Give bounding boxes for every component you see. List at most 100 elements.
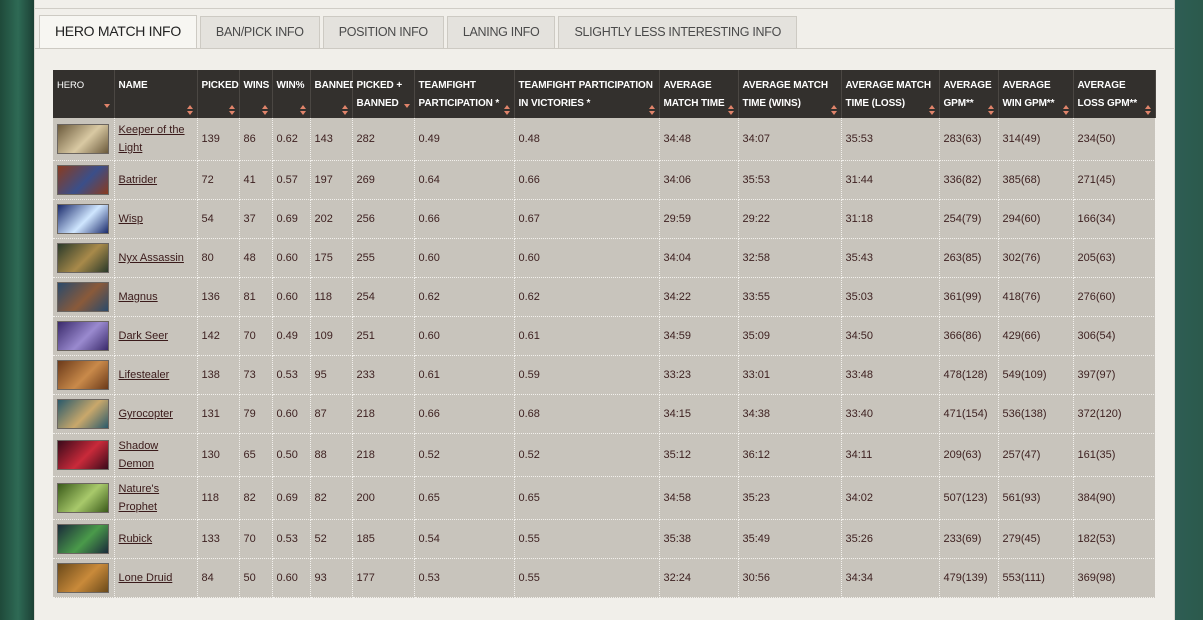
cell-avg-loss-gpm: 276(60) (1073, 277, 1156, 317)
hero-portrait-icon[interactable] (57, 243, 109, 273)
hero-portrait-icon[interactable] (57, 483, 109, 513)
hero-portrait-icon[interactable] (57, 321, 109, 351)
sort-desc-icon[interactable] (103, 104, 111, 115)
cell-avg-match-time-wins: 35:53 (738, 160, 842, 200)
cell-teamfight-victories: 0.55 (514, 519, 660, 559)
cell-picked: 84 (197, 558, 240, 598)
hero-name-link[interactable]: Lifestealer (119, 369, 170, 381)
table-row: Lifestealer 138 73 0.53 95 233 0.61 0.59 33:23 33… (53, 355, 1156, 395)
hero-name-link[interactable]: Magnus (119, 291, 158, 303)
cell-banned: 202 (310, 199, 353, 239)
cell-teamfight-victories: 0.60 (514, 238, 660, 278)
cell-banned: 93 (310, 558, 353, 598)
hero-name-link[interactable]: Shadow Demon (119, 440, 159, 470)
hero-portrait-icon[interactable] (57, 165, 109, 195)
cell-avg-match-time-wins: 35:09 (738, 316, 842, 356)
hero-name-link[interactable]: Lone Druid (119, 572, 173, 584)
col-header-avg-loss-gpm[interactable]: AVERAGE LOSS GPM** (1073, 70, 1156, 118)
col-header-teamfight-victories[interactable]: TEAMFIGHT PARTICIPATION IN VICTORIES * (514, 70, 660, 118)
hero-portrait-cell (53, 199, 115, 239)
sort-icon[interactable] (1062, 105, 1070, 116)
hero-name-link[interactable]: Keeper of the Light (119, 124, 185, 154)
hero-portrait-cell (53, 160, 115, 200)
cell-avg-loss-gpm: 369(98) (1073, 558, 1156, 598)
hero-portrait-cell (53, 558, 115, 598)
cell-avg-win-gpm: 302(76) (998, 238, 1074, 278)
sort-icon[interactable] (228, 105, 236, 116)
col-header-name[interactable]: NAME (114, 70, 198, 118)
cell-wins: 65 (239, 433, 273, 477)
hero-name-link[interactable]: Batrider (119, 174, 158, 186)
sort-icon[interactable] (341, 105, 349, 116)
col-header-avg-win-gpm[interactable]: AVERAGE WIN GPM** (998, 70, 1074, 118)
table-row: Keeper of the Light 139 86 0.62 143 282 0.49 0.… (53, 118, 1156, 161)
cell-avg-loss-gpm: 397(97) (1073, 355, 1156, 395)
col-header-banned[interactable]: BANNED (310, 70, 357, 118)
hero-name-cell: Magnus (114, 277, 198, 317)
sort-icon[interactable] (727, 105, 735, 116)
cell-avg-match-time-loss: 35:43 (841, 238, 940, 278)
hero-name-link[interactable]: Rubick (119, 533, 153, 545)
col-header-avg-match-time-loss[interactable]: AVERAGE MATCH TIME (LOSS) (841, 70, 940, 118)
col-header-avg-gpm[interactable]: AVERAGE GPM** (939, 70, 999, 118)
col-header-avg-match-time[interactable]: AVERAGE MATCH TIME (659, 70, 739, 118)
cell-picked-banned: 185 (352, 519, 415, 559)
table-row: Nature's Prophet 118 82 0.69 82 200 0.65 0.65 34… (53, 476, 1156, 520)
sort-icon[interactable] (186, 105, 194, 116)
cell-banned: 52 (310, 519, 353, 559)
sort-icon[interactable] (928, 105, 936, 116)
cell-avg-win-gpm: 279(45) (998, 519, 1074, 559)
col-header-wins[interactable]: WINS (239, 70, 273, 118)
tab-slightly-less-interesting-info[interactable]: SLIGHTLY LESS INTERESTING INFO (558, 16, 797, 48)
cell-teamfight: 0.60 (414, 316, 515, 356)
cell-avg-gpm: 471(154) (939, 394, 999, 434)
col-header-teamfight[interactable]: TEAMFIGHT PARTICIPATION * (414, 70, 515, 118)
hero-portrait-icon[interactable] (57, 360, 109, 390)
cell-avg-gpm: 263(85) (939, 238, 999, 278)
hero-name-link[interactable]: Nyx Assassin (119, 252, 184, 264)
hero-name-link[interactable]: Dark Seer (119, 330, 169, 342)
cell-avg-loss-gpm: 306(54) (1073, 316, 1156, 356)
col-header-hero[interactable]: HERO (53, 70, 115, 118)
hero-portrait-icon[interactable] (57, 204, 109, 234)
cell-picked-banned: 218 (352, 433, 415, 477)
col-header-winpct[interactable]: WIN% (272, 70, 311, 118)
cell-win-pct: 0.60 (272, 238, 311, 278)
sort-icon[interactable] (1144, 105, 1152, 116)
cell-avg-win-gpm: 314(49) (998, 118, 1074, 161)
tab-laning-info[interactable]: LANING INFO (446, 16, 556, 48)
cell-avg-match-time: 34:58 (659, 476, 739, 520)
cell-teamfight-victories: 0.65 (514, 476, 660, 520)
hero-portrait-icon[interactable] (57, 124, 109, 154)
sort-icon[interactable] (987, 105, 995, 116)
sort-icon[interactable] (503, 105, 511, 116)
col-header-avg-match-time-wins[interactable]: AVERAGE MATCH TIME (WINS) (738, 70, 842, 118)
hero-portrait-icon[interactable] (57, 524, 109, 554)
tab-ban-pick-info[interactable]: BAN/PICK INFO (199, 16, 320, 48)
hero-name-link[interactable]: Nature's Prophet (119, 483, 160, 513)
sort-icon[interactable] (299, 105, 307, 116)
hero-name-cell: Nyx Assassin (114, 238, 198, 278)
hero-portrait-icon[interactable] (57, 399, 109, 429)
hero-portrait-cell (53, 519, 115, 559)
cell-avg-match-time: 34:59 (659, 316, 739, 356)
hero-stats-table: HERO NAME PICKED WINS WIN% BANNED PICKED… (53, 70, 1156, 598)
sort-icon[interactable] (648, 105, 656, 116)
tab-position-info[interactable]: POSITION INFO (322, 16, 444, 48)
hero-portrait-icon[interactable] (57, 282, 109, 312)
header-label: AVERAGE WIN GPM** (1002, 80, 1055, 109)
tab-hero-match-info[interactable]: HERO MATCH INFO (39, 15, 197, 49)
sort-desc-icon[interactable] (403, 104, 411, 115)
cell-teamfight-victories: 0.59 (514, 355, 660, 395)
hero-name-link[interactable]: Wisp (119, 213, 143, 225)
sort-icon[interactable] (261, 105, 269, 116)
col-header-picked[interactable]: PICKED (197, 70, 240, 118)
hero-portrait-icon[interactable] (57, 440, 109, 470)
hero-portrait-icon[interactable] (57, 563, 109, 593)
cell-teamfight: 0.64 (414, 160, 515, 200)
hero-name-link[interactable]: Gyrocopter (119, 408, 173, 420)
sort-icon[interactable] (830, 105, 838, 116)
table-body: Keeper of the Light 139 86 0.62 143 282 0.49 0.… (53, 118, 1156, 598)
cell-avg-match-time-loss: 31:18 (841, 199, 940, 239)
col-header-picked-banned[interactable]: PICKED + BANNED (352, 70, 415, 118)
